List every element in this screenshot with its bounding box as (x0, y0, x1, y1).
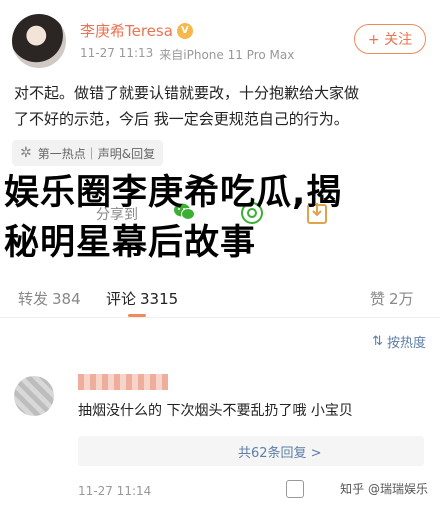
hot-topic-text: 第一热点｜声明&回复 (37, 146, 156, 161)
post-meta: 11-27 11:13 来自iPhone 11 Pro Max (80, 46, 294, 63)
tab-count: 384 (52, 290, 81, 308)
comment-time: 11-27 11:14 (78, 484, 152, 498)
reply-icon[interactable] (286, 480, 304, 498)
tab-comments[interactable]: 评论 3315 (106, 288, 178, 309)
post-time: 11-27 11:13 (80, 46, 154, 60)
sort-icon: ⇅ (372, 334, 383, 349)
vip-badge-icon: V (176, 22, 193, 39)
post-body: 对不起。做错了就要认错就要改，十分抱歉给大家做 了不好的示范，今后 我一定会更规… (14, 80, 428, 132)
hot-topic-tag[interactable]: ✲ 第一热点｜声明&回复 (12, 140, 164, 166)
watermark: 知乎 @瑞瑞娱乐 (340, 480, 428, 497)
author-name[interactable]: 李庚希Teresa (80, 20, 173, 41)
sort-toggle[interactable]: ⇅ 按热度 (372, 332, 426, 351)
post-tabs: 转发 384 评论 3315 赞 2万 (0, 278, 440, 318)
avatar[interactable] (12, 14, 66, 68)
comment-text: 抽烟没什么的 下次烟头不要乱扔了哦 小宝贝 (78, 403, 353, 419)
author-row: 李庚希Teresa V (80, 20, 193, 41)
tab-likes[interactable]: 赞 2万 (370, 288, 414, 309)
commenter-avatar[interactable] (14, 376, 54, 416)
share-row: 分享到 (0, 198, 440, 228)
follow-button[interactable]: + 关注 (354, 24, 426, 54)
flame-icon: ✲ (20, 145, 32, 161)
sort-label: 按热度 (386, 336, 426, 351)
post-header: 李庚希Teresa V 11-27 11:13 来自iPhone 11 Pro … (0, 0, 440, 78)
post-line: 对不起。做错了就要认错就要改，十分抱歉给大家做 (14, 84, 360, 102)
reply-box[interactable]: 共62条回复 > (78, 436, 424, 466)
tab-count: 3315 (140, 290, 179, 308)
tab-count: 2万 (389, 290, 414, 308)
replies-link[interactable]: 共62条回复 > (238, 442, 322, 461)
tab-label: 转发 (18, 290, 49, 308)
watermark-text: 知乎 @瑞瑞娱乐 (340, 482, 428, 496)
tab-reposts[interactable]: 转发 384 (18, 288, 81, 309)
tab-label: 赞 (370, 290, 386, 308)
commenter-name-blurred[interactable] (78, 374, 168, 390)
wechat-icon[interactable] (173, 202, 195, 222)
post-source: 来自iPhone 11 Pro Max (159, 48, 295, 62)
active-tab-indicator (128, 314, 146, 317)
save-image-icon[interactable] (306, 201, 328, 225)
share-label: 分享到 (96, 207, 138, 223)
moments-icon[interactable] (240, 201, 264, 225)
tab-label: 评论 (106, 290, 137, 308)
post-line: 了不好的示范，今后 我一定会更规范自己的行为。 (14, 110, 349, 128)
comment-item: 抽烟没什么的 下次烟头不要乱扔了哦 小宝贝 共62条回复 > 11-27 11:… (0, 364, 440, 509)
